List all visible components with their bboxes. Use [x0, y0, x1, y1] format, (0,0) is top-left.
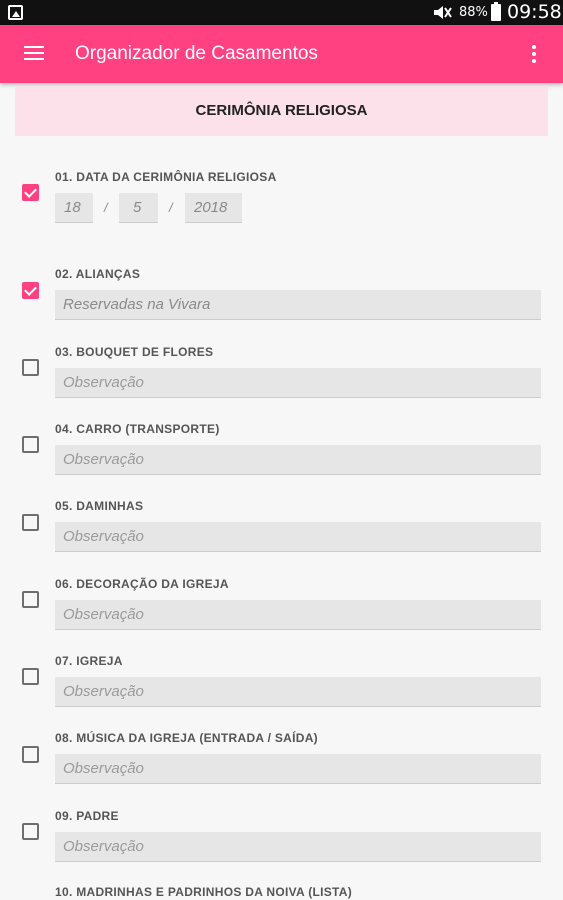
observation-field[interactable]: Observação — [55, 522, 541, 552]
checkbox-carro[interactable] — [22, 436, 39, 453]
observation-field[interactable]: Observação — [55, 677, 541, 707]
year-field[interactable]: 2018 — [185, 193, 242, 223]
mute-icon — [434, 6, 452, 19]
item-label: 05. DAMINHAS — [55, 499, 144, 513]
hamburger-menu-icon[interactable] — [24, 45, 44, 61]
observation-field[interactable]: Observação — [55, 445, 541, 475]
item-label: 10. MADRINHAS E PADRINHOS DA NOIVA (LIST… — [55, 885, 353, 899]
checkbox-decoracao[interactable] — [22, 591, 39, 608]
item-label: 03. BOUQUET DE FLORES — [55, 345, 214, 359]
observation-field[interactable]: Observação — [55, 754, 541, 784]
clock: 09:58 — [507, 1, 562, 23]
checkbox-aliancas[interactable] — [22, 282, 39, 299]
observation-field[interactable]: Observação — [55, 832, 541, 862]
item-label-date: 01. DATA DA CERIMÔNIA RELIGIOSA — [55, 170, 277, 184]
day-field[interactable]: 18 — [55, 193, 93, 223]
app-bar: Organizador de Casamentos — [0, 25, 563, 83]
observation-field[interactable]: Reservadas na Vivara — [55, 290, 541, 320]
month-field[interactable]: 5 — [119, 193, 158, 223]
status-bar: 88% 09:58 — [0, 0, 563, 25]
item-label: 09. PADRE — [55, 809, 119, 823]
section-title: CERIMÔNIA RELIGIOSA — [15, 86, 548, 136]
checkbox-padre[interactable] — [22, 823, 39, 840]
date-separator: / — [104, 200, 108, 215]
checkbox-date[interactable] — [22, 184, 39, 201]
checkbox-daminhas[interactable] — [22, 514, 39, 531]
item-label: 02. ALIANÇAS — [55, 267, 141, 281]
checkbox-musica[interactable] — [22, 746, 39, 763]
item-label: 07. IGREJA — [55, 654, 123, 668]
item-label: 04. CARRO (TRANSPORTE) — [55, 422, 220, 436]
battery-icon — [491, 2, 501, 21]
more-options-icon[interactable] — [527, 43, 541, 65]
image-notification-icon — [8, 5, 23, 20]
checkbox-igreja[interactable] — [22, 668, 39, 685]
observation-field[interactable]: Observação — [55, 368, 541, 398]
date-separator: / — [169, 200, 173, 215]
checkbox-bouquet[interactable] — [22, 359, 39, 376]
observation-field[interactable]: Observação — [55, 600, 541, 630]
app-title: Organizador de Casamentos — [75, 43, 318, 64]
battery-percentage: 88% — [459, 5, 488, 20]
item-label: 06. DECORAÇÃO DA IGREJA — [55, 577, 229, 591]
item-label: 08. MÚSICA DA IGREJA (ENTRADA / SAÍDA) — [55, 731, 318, 745]
